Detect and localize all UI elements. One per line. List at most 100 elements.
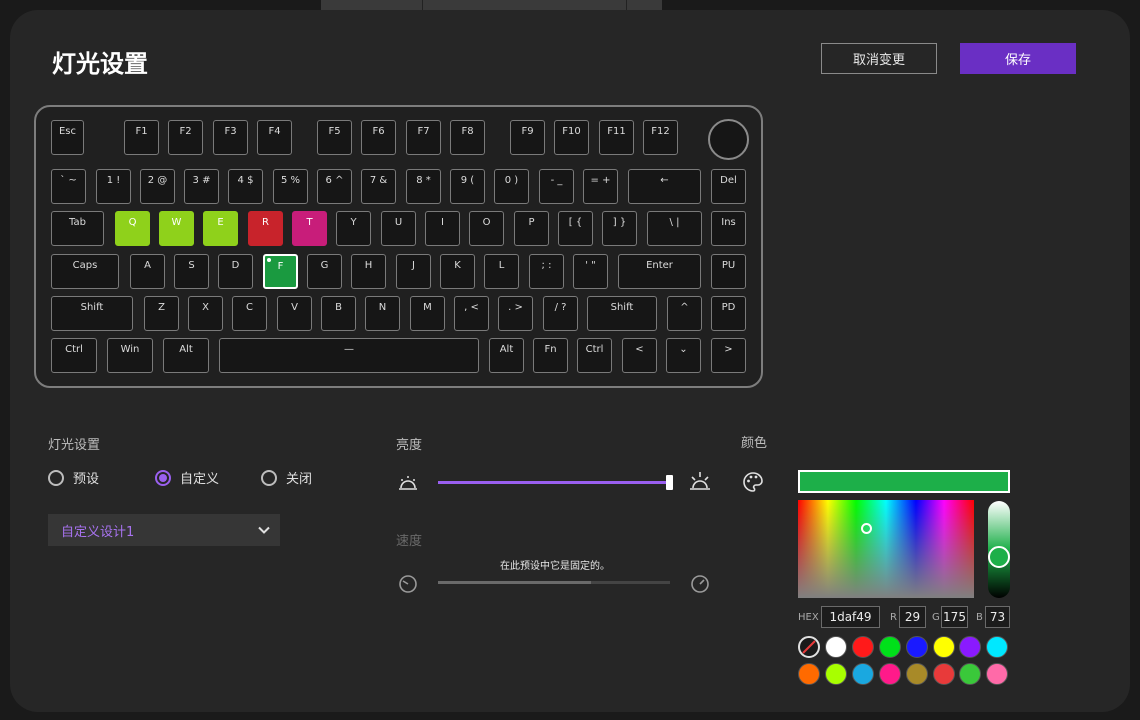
key-70[interactable]: PD — [711, 296, 746, 331]
key-26[interactable]: ← — [628, 169, 701, 204]
key-38[interactable]: P — [514, 211, 549, 246]
key-68[interactable]: Shift — [587, 296, 657, 331]
key-32[interactable]: R — [248, 211, 283, 246]
key-5[interactable]: F5 — [317, 120, 352, 155]
preset-color-swatch[interactable] — [932, 663, 955, 685]
radio-mode-custom[interactable]: 自定义 — [155, 468, 219, 487]
key-13[interactable]: ` ~ — [51, 169, 86, 204]
key-48[interactable]: G — [307, 254, 342, 289]
key-45[interactable]: S — [174, 254, 209, 289]
key-57[interactable]: Shift — [51, 296, 133, 331]
key-67[interactable]: / ? — [543, 296, 578, 331]
key-12[interactable]: F12 — [643, 120, 678, 155]
key-27[interactable]: Del — [711, 169, 746, 204]
blue-input[interactable]: 73 — [985, 606, 1010, 628]
key-34[interactable]: Y — [336, 211, 371, 246]
key-73[interactable]: Alt — [163, 338, 209, 373]
preset-color-swatch[interactable] — [851, 663, 874, 685]
key-76[interactable]: Fn — [533, 338, 568, 373]
key-35[interactable]: U — [381, 211, 416, 246]
cancel-changes-button[interactable]: 取消变更 — [821, 43, 937, 74]
preset-color-swatch[interactable] — [932, 636, 955, 658]
key-80[interactable]: > — [711, 338, 746, 373]
key-58[interactable]: Z — [144, 296, 179, 331]
volume-knob[interactable] — [708, 119, 749, 160]
key-28[interactable]: Tab — [51, 211, 104, 246]
key-66[interactable]: . > — [498, 296, 533, 331]
color-shade-slider-thumb[interactable] — [988, 546, 1010, 568]
radio-mode-off[interactable]: 关闭 — [261, 468, 312, 487]
key-3[interactable]: F3 — [213, 120, 248, 155]
key-61[interactable]: V — [277, 296, 312, 331]
key-10[interactable]: F10 — [554, 120, 589, 155]
preset-none[interactable] — [798, 636, 820, 658]
key-79[interactable]: ⌄ — [666, 338, 701, 373]
key-21[interactable]: 8 * — [406, 169, 441, 204]
key-78[interactable]: < — [622, 338, 657, 373]
key-71[interactable]: Ctrl — [51, 338, 97, 373]
key-40[interactable]: ] } — [602, 211, 637, 246]
key-43[interactable]: Caps — [51, 254, 119, 289]
key-49[interactable]: H — [351, 254, 386, 289]
key-54[interactable]: ' " — [573, 254, 608, 289]
key-16[interactable]: 3 # — [184, 169, 219, 204]
key-7[interactable]: F7 — [406, 120, 441, 155]
green-input[interactable]: 175 — [941, 606, 968, 628]
key-2[interactable]: F2 — [168, 120, 203, 155]
key-64[interactable]: M — [410, 296, 445, 331]
key-25[interactable]: = + — [583, 169, 618, 204]
design-dropdown[interactable]: 自定义设计1 — [48, 514, 280, 546]
key-47[interactable]: F — [263, 254, 298, 289]
key-50[interactable]: J — [396, 254, 431, 289]
key-17[interactable]: 4 $ — [228, 169, 263, 204]
key-62[interactable]: B — [321, 296, 356, 331]
key-9[interactable]: F9 — [510, 120, 545, 155]
key-20[interactable]: 7 & — [361, 169, 396, 204]
key-72[interactable]: Win — [107, 338, 153, 373]
key-69[interactable]: ^ — [667, 296, 702, 331]
preset-color-swatch[interactable] — [824, 636, 847, 658]
preset-color-swatch[interactable] — [878, 663, 901, 685]
key-65[interactable]: , < — [454, 296, 489, 331]
preset-color-swatch[interactable] — [851, 636, 874, 658]
key-22[interactable]: 9 ( — [450, 169, 485, 204]
key-37[interactable]: O — [469, 211, 504, 246]
key-41[interactable]: \ | — [647, 211, 702, 246]
key-4[interactable]: F4 — [257, 120, 292, 155]
key-75[interactable]: Alt — [489, 338, 524, 373]
key-56[interactable]: PU — [711, 254, 746, 289]
key-1[interactable]: F1 — [124, 120, 159, 155]
key-59[interactable]: X — [188, 296, 223, 331]
color-spectrum-cursor[interactable] — [861, 523, 872, 534]
key-6[interactable]: F6 — [361, 120, 396, 155]
key-14[interactable]: 1 ! — [96, 169, 131, 204]
key-31[interactable]: E — [203, 211, 238, 246]
preset-color-swatch[interactable] — [905, 636, 928, 658]
key-55[interactable]: Enter — [618, 254, 701, 289]
key-33[interactable]: T — [292, 211, 327, 246]
key-39[interactable]: [ { — [558, 211, 593, 246]
key-18[interactable]: 5 % — [273, 169, 308, 204]
key-63[interactable]: N — [365, 296, 400, 331]
save-button[interactable]: 保存 — [960, 43, 1076, 74]
preset-color-swatch[interactable] — [905, 663, 928, 685]
key-60[interactable]: C — [232, 296, 267, 331]
key-51[interactable]: K — [440, 254, 475, 289]
key-74[interactable]: — — [219, 338, 479, 373]
brightness-slider-thumb[interactable] — [666, 475, 673, 490]
preset-color-swatch[interactable] — [798, 663, 820, 685]
radio-mode-preset[interactable]: 预设 — [48, 468, 99, 487]
color-spectrum-picker[interactable] — [798, 500, 974, 598]
hex-input[interactable]: 1daf49 — [821, 606, 880, 628]
key-53[interactable]: ; : — [529, 254, 564, 289]
key-30[interactable]: W — [159, 211, 194, 246]
key-36[interactable]: I — [425, 211, 460, 246]
key-42[interactable]: Ins — [711, 211, 746, 246]
key-29[interactable]: Q — [115, 211, 150, 246]
key-19[interactable]: 6 ^ — [317, 169, 352, 204]
key-52[interactable]: L — [484, 254, 519, 289]
preset-color-swatch[interactable] — [824, 663, 847, 685]
key-8[interactable]: F8 — [450, 120, 485, 155]
key-44[interactable]: A — [130, 254, 165, 289]
red-input[interactable]: 29 — [899, 606, 926, 628]
